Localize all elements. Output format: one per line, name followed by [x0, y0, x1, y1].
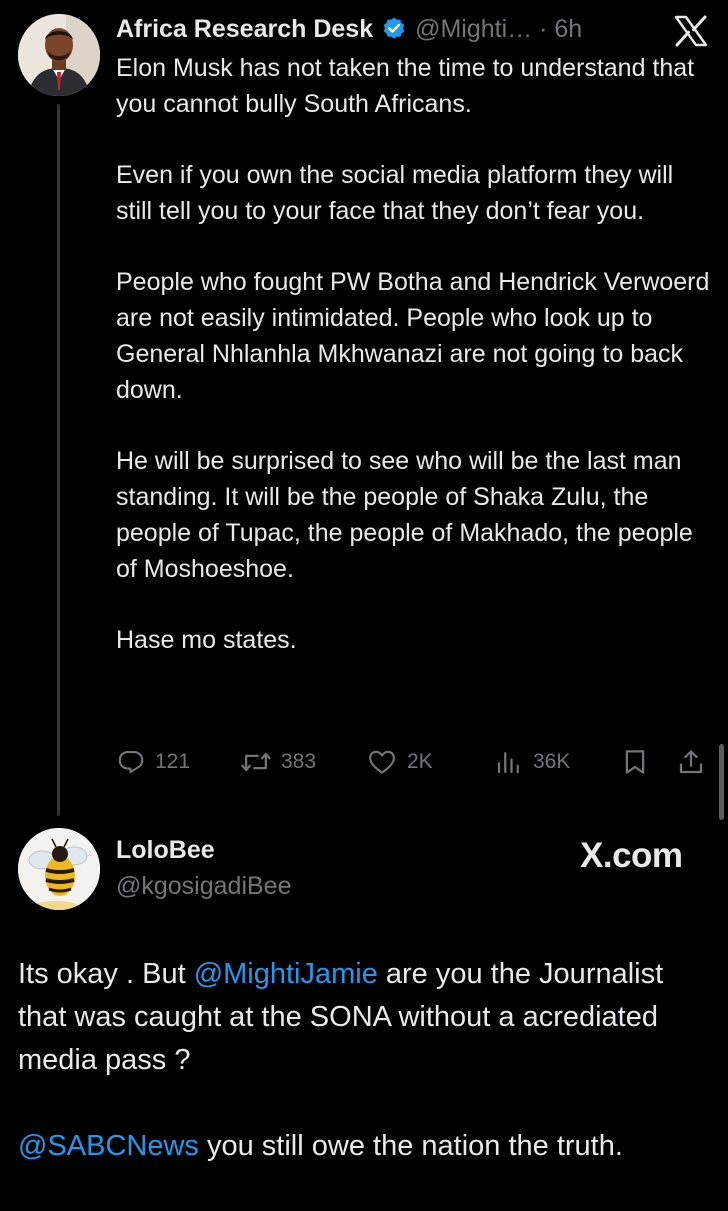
original-post[interactable]: Africa Research Desk @Mighti… · 6h Elon …	[0, 0, 728, 816]
reply-paragraph: @SABCNews you still owe the nation the t…	[18, 1125, 718, 1168]
post-paragraph: Hase mo states.	[116, 626, 297, 654]
bookmark-icon	[620, 747, 650, 777]
like-count: 2K	[407, 750, 433, 773]
source-label: X.com	[580, 836, 683, 875]
post-header: Africa Research Desk @Mighti… · 6h	[116, 12, 582, 46]
author-handle-and-time[interactable]: @Mighti… · 6h	[415, 15, 582, 44]
mention-link[interactable]: @SABCNews	[18, 1130, 199, 1162]
share-icon	[676, 747, 706, 777]
repost-icon	[240, 747, 272, 777]
reply-author-handle[interactable]: @kgosigadiBee	[116, 872, 292, 901]
views-count: 36K	[533, 750, 571, 773]
post-paragraph: He will be surprised to see who will be …	[116, 447, 693, 583]
verified-badge-icon	[381, 16, 407, 42]
reply-text-segment: you still owe the nation the truth.	[198, 1130, 623, 1162]
heart-icon	[366, 747, 398, 777]
post-paragraph: Elon Musk has not taken the time to unde…	[116, 54, 695, 118]
views-button[interactable]: 36K	[494, 744, 570, 780]
repost-count: 383	[281, 750, 317, 773]
mention-link[interactable]: @MightiJamie	[194, 958, 378, 990]
author-avatar[interactable]	[18, 14, 100, 96]
views-icon	[494, 747, 524, 777]
reply-text: Its okay . But @MightiJamie are you the …	[18, 953, 718, 1211]
reply-paragraph: Its okay . But @MightiJamie are you the …	[18, 953, 718, 1082]
reply-count: 121	[155, 750, 191, 773]
reply-author-avatar[interactable]	[18, 828, 100, 910]
reply-icon	[116, 747, 146, 777]
share-button[interactable]	[676, 744, 706, 780]
x-logo-icon	[674, 14, 708, 48]
post-actions-bar: 121 383 2K 36K	[116, 744, 712, 780]
post-text: Elon Musk has not taken the time to unde…	[116, 50, 712, 693]
like-button[interactable]: 2K	[366, 744, 433, 780]
reply-post[interactable]: LoloBee @kgosigadiBee X.com Its okay . B…	[0, 820, 728, 1200]
author-name[interactable]: Africa Research Desk	[116, 15, 373, 44]
post-paragraph: Even if you own the social media platfor…	[116, 161, 674, 225]
scrollbar[interactable]	[719, 744, 724, 820]
thread-connector-line	[57, 104, 60, 816]
post-paragraph: People who fought PW Botha and Hendrick …	[116, 268, 710, 404]
reply-text-segment: Its okay . But	[18, 958, 194, 990]
reply-author-name[interactable]: LoloBee	[116, 836, 215, 865]
reply-button[interactable]: 121	[116, 744, 190, 780]
bookmark-button[interactable]	[620, 744, 650, 780]
repost-button[interactable]: 383	[240, 744, 316, 780]
